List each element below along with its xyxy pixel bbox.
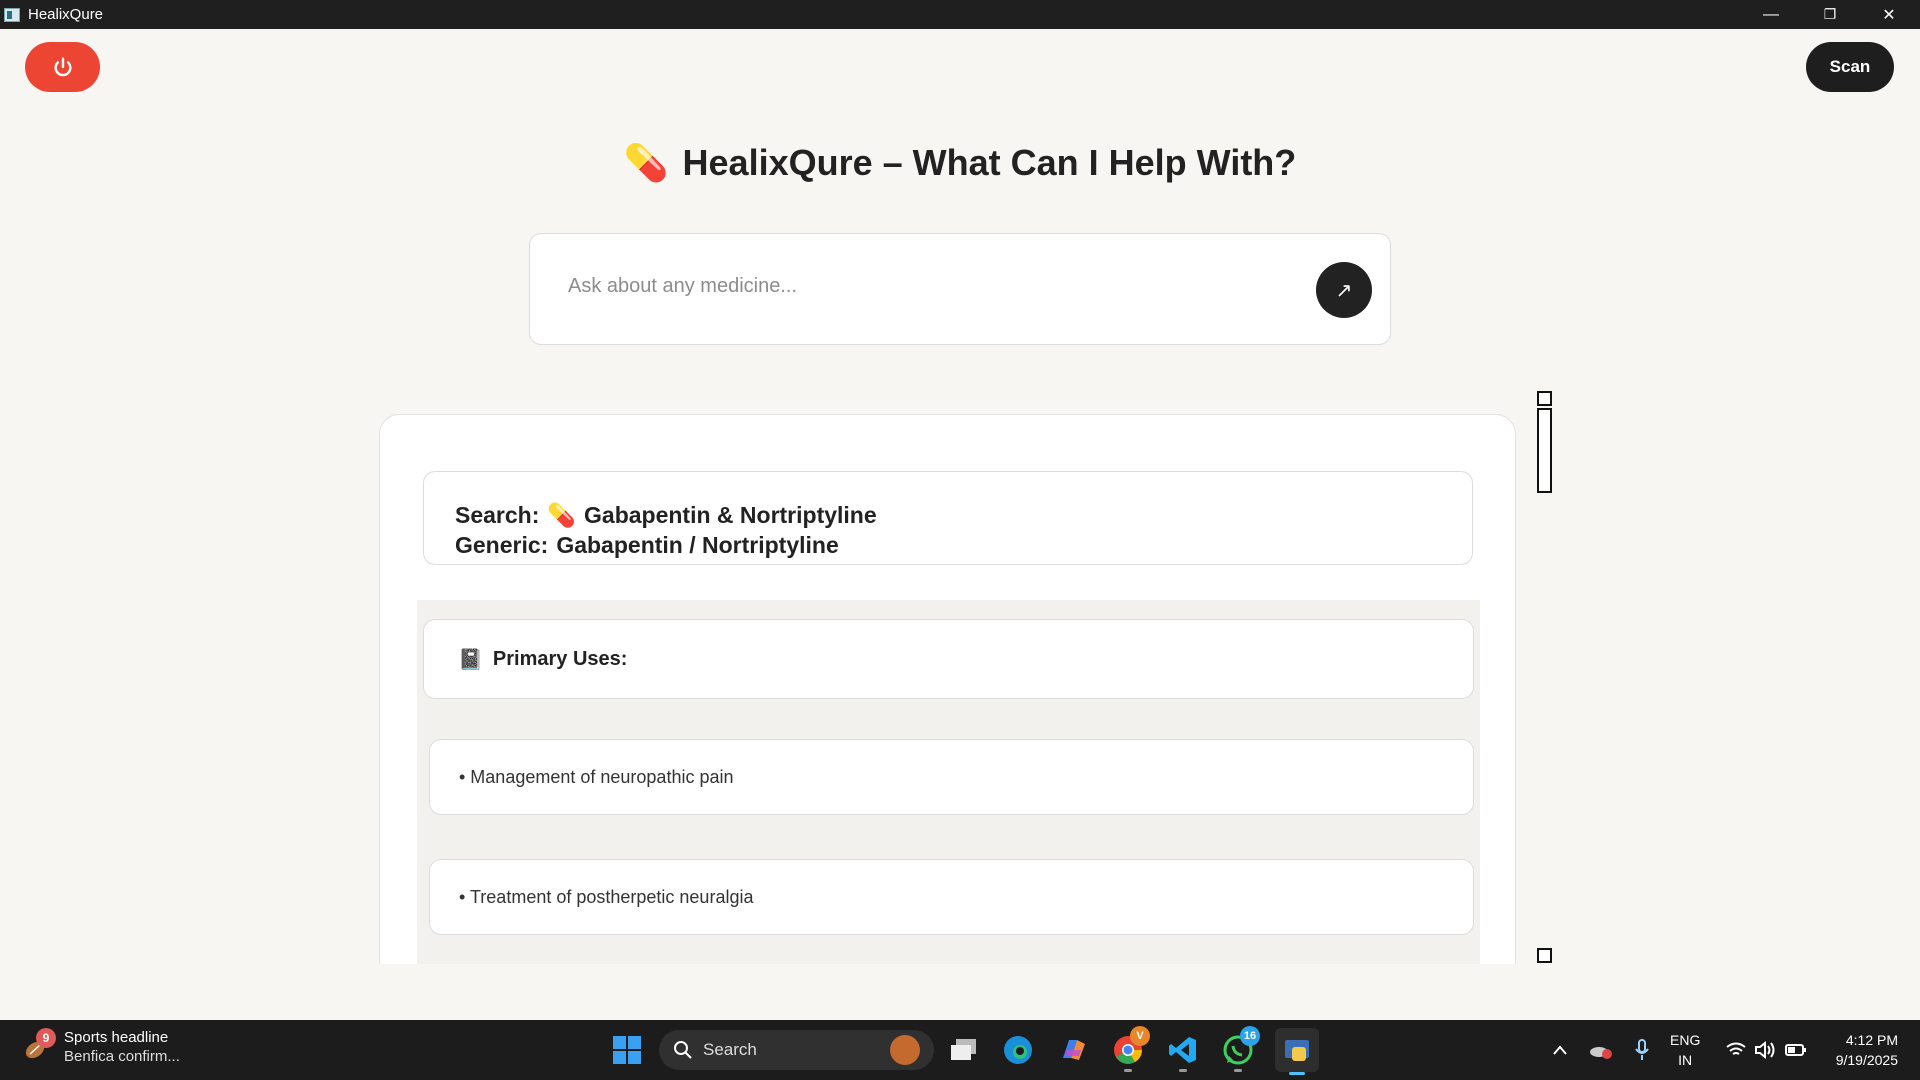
uses-header: 📓 Primary Uses: [423,619,1474,699]
close-button[interactable]: ✕ [1860,0,1918,29]
search-value: Gabapentin & Nortriptyline [584,502,877,528]
task-view-icon [951,1039,976,1060]
clock-time: 4:12 PM [1845,1032,1898,1048]
copilot-button[interactable] [1055,1032,1091,1068]
scrollbar-thumb[interactable] [1537,408,1552,493]
news-badge: 9 [36,1028,56,1048]
vscode-button[interactable] [1165,1032,1201,1072]
page-title-text: HealixQure – What Can I Help With? [682,142,1297,183]
running-indicator [1124,1069,1132,1072]
power-icon [54,57,71,77]
minimize-button[interactable]: — [1742,0,1800,29]
notebook-icon: 📓 [458,648,483,671]
edge-icon [1004,1036,1032,1064]
region-code: IN [1678,1052,1693,1068]
football-icon: 9 [22,1028,56,1062]
page-title: 💊 HealixQure – What Can I Help With? [0,142,1920,184]
language-indicator[interactable]: ENG IN [1670,1030,1700,1070]
window-titlebar: HealixQure — ❐ ✕ [0,0,1920,29]
news-subtitle: Benfica confirm... [64,1048,180,1065]
search-icon [674,1041,692,1059]
search-container: ↗ [529,233,1391,345]
power-button[interactable] [25,42,100,92]
clock-date: 9/19/2025 [1835,1052,1898,1068]
news-widget[interactable]: 9 Sports headline Benfica confirm... [22,1028,180,1066]
whatsapp-button[interactable]: 16 [1220,1026,1260,1072]
chrome-button[interactable]: V [1110,1026,1150,1072]
onedrive-button[interactable] [1586,1020,1616,1080]
window-title: HealixQure [28,6,104,23]
microphone-button[interactable] [1627,1020,1657,1080]
python-app-button[interactable] [1275,1028,1319,1075]
arrow-up-right-icon: ↗ [1335,279,1353,302]
cloud-error-icon [1590,1047,1612,1059]
wifi-button[interactable] [1722,1020,1750,1080]
news-headline: Sports headline [64,1029,169,1046]
show-hidden-icons-button[interactable] [1548,1020,1572,1080]
whatsapp-badge: 16 [1240,1026,1260,1046]
chevron-up-icon [1553,1045,1567,1055]
vscode-icon [1169,1037,1196,1063]
active-indicator [1289,1072,1305,1075]
search-input[interactable] [568,268,1268,304]
taskbar: 9 Sports headline Benfica confirm... Sea… [0,1020,1920,1080]
pill-icon: 💊 [623,142,669,183]
running-indicator [1234,1069,1242,1072]
list-item: • Treatment of postherpetic neuralgia [429,859,1474,935]
generic-value: Gabapentin / Nortriptyline [556,532,839,558]
volume-button[interactable] [1751,1020,1779,1080]
chrome-profile-badge: V [1130,1026,1150,1046]
uses-panel: 📓 Primary Uses: • Management of neuropat… [417,600,1480,964]
language-code: ENG [1670,1032,1701,1048]
wifi-icon [1726,1042,1746,1055]
python-icon [1285,1040,1309,1061]
bird-icon [890,1035,920,1065]
copilot-icon [1063,1040,1085,1060]
clock[interactable]: 4:12 PM 9/19/2025 [1836,1030,1898,1070]
start-button[interactable] [609,1032,645,1068]
windows-icon [613,1036,641,1064]
results-panel: Search: 💊 Gabapentin & Nortriptyline Gen… [379,414,1516,964]
battery-icon [1785,1044,1806,1056]
send-button[interactable]: ↗ [1316,262,1372,318]
scan-button[interactable]: Scan [1806,42,1894,92]
restore-button[interactable]: ❐ [1801,0,1859,29]
query-card: Search: 💊 Gabapentin & Nortriptyline Gen… [423,471,1473,565]
search-label: Search: [455,502,540,528]
battery-button[interactable] [1782,1020,1810,1080]
app-icon [4,7,20,22]
scrollbar-down-button[interactable] [1537,948,1552,963]
edge-button[interactable] [1000,1032,1036,1068]
task-view-button[interactable] [946,1032,982,1068]
taskbar-search[interactable]: Search [659,1030,934,1070]
microphone-icon [1635,1039,1649,1060]
generic-label: Generic: [455,532,549,558]
taskbar-search-label: Search [703,1040,757,1059]
volume-icon [1755,1041,1775,1059]
uses-title: Primary Uses: [492,647,628,670]
running-indicator [1179,1069,1187,1072]
pill-icon: 💊 [547,502,577,528]
list-item: • Management of neuropathic pain [429,739,1474,815]
scrollbar-up-button[interactable] [1537,391,1552,406]
